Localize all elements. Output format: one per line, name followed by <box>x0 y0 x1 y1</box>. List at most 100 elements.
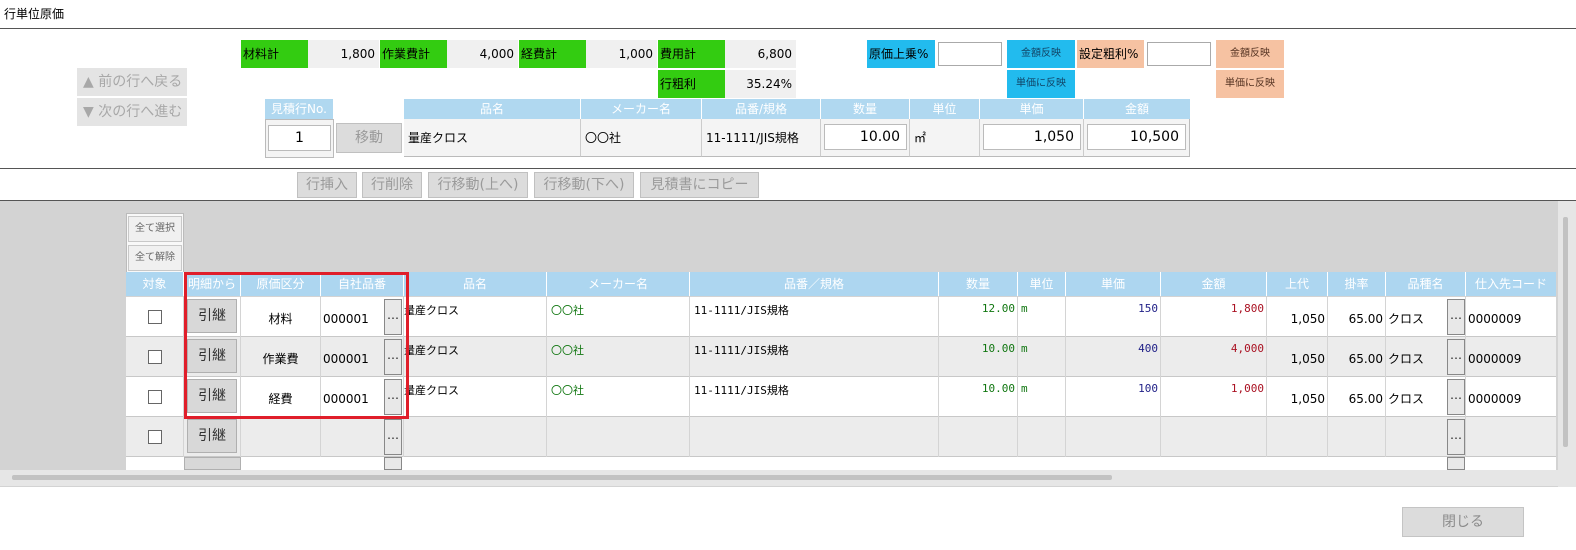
item-retail: 1,050 <box>1267 337 1328 377</box>
maker-name: 〇〇社 <box>547 297 690 337</box>
divider <box>0 28 1576 29</box>
item-amount: 1,800 <box>1161 297 1267 337</box>
col-maker-header: メーカー名 <box>581 99 702 119</box>
col-amount-header: 金額 <box>1084 99 1190 119</box>
grid-header-supplier: 仕入先コード <box>1466 272 1556 296</box>
vertical-scroll-thumb[interactable] <box>1563 217 1568 447</box>
table-row[interactable]: 引継 … … <box>126 417 1556 457</box>
markup-apply-amount-button[interactable]: 金額反映 <box>1007 40 1075 68</box>
item-amount: 4,000 <box>1161 337 1267 377</box>
deselect-all-button[interactable]: 全て解除 <box>128 245 182 271</box>
ellipsis-icon[interactable]: … <box>1447 339 1465 375</box>
margin-apply-amount-button[interactable]: 金額反映 <box>1216 40 1284 68</box>
item-spec: 11-1111/JIS規格 <box>690 377 939 417</box>
col-spec-header: 品番/規格 <box>702 99 821 119</box>
col-name-header: 品名 <box>404 99 581 119</box>
supplier-code: 0000009 <box>1468 392 1522 406</box>
horizontal-scroll-thumb[interactable] <box>12 475 1112 480</box>
item-price: 400 <box>1066 337 1161 377</box>
item-unit: m <box>1018 377 1066 417</box>
supplier-code: 0000009 <box>1468 352 1522 366</box>
target-margin-input[interactable] <box>1147 42 1211 66</box>
item-qty: 12.00 <box>939 297 1018 337</box>
ellipsis-icon[interactable]: … <box>1447 379 1465 415</box>
grid-header-kind: 品種名 <box>1386 272 1466 296</box>
grid-header-unit: 単位 <box>1018 272 1066 296</box>
ellipsis-icon[interactable]: … <box>1447 419 1465 455</box>
copy-to-estimate-button[interactable]: 見積書にコピー <box>640 172 759 198</box>
close-button[interactable]: 閉じる <box>1402 507 1524 537</box>
inherit-button[interactable]: 引継 <box>187 419 237 453</box>
ellipsis-icon[interactable]: … <box>384 419 402 455</box>
margin-apply-unit-button[interactable]: 単価に反映 <box>1216 70 1284 98</box>
horizontal-scrollbar[interactable] <box>0 470 1558 486</box>
item-name: 量産クロス <box>404 297 547 337</box>
item-retail: 1,050 <box>1267 297 1328 337</box>
row-checkbox[interactable] <box>148 430 162 444</box>
row-checkbox[interactable] <box>148 310 162 324</box>
ellipsis-icon[interactable] <box>384 457 402 470</box>
item-price: 100 <box>1066 377 1161 417</box>
item-unit: m <box>1018 297 1066 337</box>
work-total-value: 4,000 <box>447 40 518 68</box>
row-checkbox[interactable] <box>148 350 162 364</box>
line-name: 量産クロス <box>404 119 581 157</box>
grid-header-qty: 数量 <box>939 272 1018 296</box>
item-price: 150 <box>1066 297 1161 337</box>
item-rate: 65.00 <box>1328 297 1386 337</box>
next-row-button[interactable]: ▼ 次の行へ進む <box>77 98 187 126</box>
work-total-label: 作業費計 <box>380 40 447 68</box>
line-price-input[interactable]: 1,050 <box>983 124 1081 150</box>
line-qty-input[interactable]: 10.00 <box>824 124 907 150</box>
ellipsis-icon[interactable]: … <box>1447 299 1465 335</box>
item-name: 量産クロス <box>404 377 547 417</box>
line-amount-input[interactable]: 10,500 <box>1087 124 1186 150</box>
col-qty-header: 数量 <box>821 99 910 119</box>
grid-header-name: 品名 <box>404 272 547 296</box>
estimate-line-table: 品名 メーカー名 品番/規格 数量 単位 単価 金額 量産クロス 〇〇社 11-… <box>404 99 1190 158</box>
col-unit-header: 単位 <box>910 99 980 119</box>
estimate-line-no-cell: 1 <box>265 119 334 158</box>
delete-row-button[interactable]: 行削除 <box>362 172 422 198</box>
gross-profit-value: 35.24% <box>725 70 796 98</box>
select-all-button[interactable]: 全て選択 <box>128 216 182 242</box>
item-qty: 10.00 <box>939 337 1018 377</box>
move-row-down-button[interactable]: 行移動(下へ) <box>534 172 634 198</box>
insert-row-button[interactable]: 行挿入 <box>297 172 357 198</box>
estimate-line-no-header: 見積行No. <box>265 99 334 119</box>
grid-header-retail: 上代 <box>1267 272 1328 296</box>
prev-row-button[interactable]: ▲ 前の行へ戻る <box>77 68 187 96</box>
highlight-box <box>184 272 409 419</box>
grid-header-rate: 掛率 <box>1328 272 1386 296</box>
material-total-value: 1,800 <box>308 40 379 68</box>
grid-header-target: 対象 <box>126 272 184 296</box>
markup-percent-label: 原価上乗% <box>867 40 935 68</box>
move-button[interactable]: 移動 <box>336 123 402 153</box>
move-row-up-button[interactable]: 行移動(上へ) <box>428 172 528 198</box>
maker-name: 〇〇社 <box>547 337 690 377</box>
item-spec: 11-1111/JIS規格 <box>690 337 939 377</box>
supplier-code: 0000009 <box>1468 312 1522 326</box>
table-row-partial <box>126 457 1556 470</box>
item-rate: 65.00 <box>1328 337 1386 377</box>
estimate-line-no-input[interactable]: 1 <box>268 125 331 151</box>
markup-percent-input[interactable] <box>938 42 1002 66</box>
expense-total-label: 経費計 <box>519 40 586 68</box>
cost-category <box>241 417 321 457</box>
item-spec: 11-1111/JIS規格 <box>690 297 939 337</box>
gross-profit-label: 行粗利 <box>658 70 725 98</box>
expense-total-value: 1,000 <box>586 40 657 68</box>
inherit-button[interactable] <box>184 457 241 470</box>
ellipsis-icon[interactable] <box>1447 457 1465 470</box>
item-name: 量産クロス <box>404 337 547 377</box>
item-rate: 65.00 <box>1328 377 1386 417</box>
item-amount: 1,000 <box>1161 377 1267 417</box>
line-unit: ㎡ <box>910 119 980 157</box>
divider <box>0 168 1576 169</box>
vertical-scrollbar[interactable] <box>1558 201 1576 487</box>
markup-apply-unit-button[interactable]: 単価に反映 <box>1007 70 1075 98</box>
row-checkbox[interactable] <box>148 390 162 404</box>
grid-header-spec: 品番／規格 <box>690 272 939 296</box>
window-title: 行単位原価 <box>4 7 65 21</box>
line-maker: 〇〇社 <box>581 119 702 157</box>
